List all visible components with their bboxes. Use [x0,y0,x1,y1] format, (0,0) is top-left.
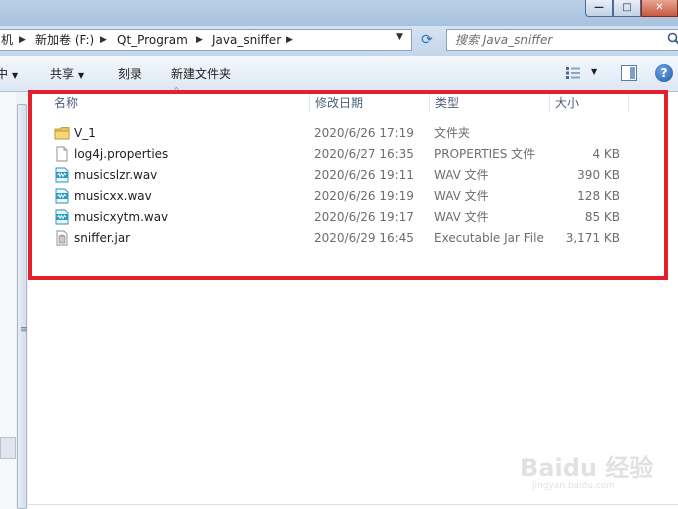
burn-button[interactable]: 刻录 [118,66,142,82]
title-bar: — □ ✕ [0,0,678,26]
maximize-button[interactable]: □ [613,0,641,17]
highlight-rectangle [28,90,668,280]
minimize-icon: — [594,2,604,13]
breadcrumb-qt-program[interactable]: Qt_Program [117,30,188,50]
share-button[interactable]: 共享 ▼ [50,66,84,82]
search-icon[interactable] [667,32,678,46]
breadcrumb-separator-icon[interactable]: ▶ [196,30,203,50]
navigation-item[interactable] [0,437,16,459]
preview-pane-icon[interactable] [621,65,637,81]
address-bar[interactable]: 机 ▶ 新加卷 (F:) ▶ Qt_Program ▶ Java_sniffer… [0,29,412,51]
help-icon[interactable]: ? [655,64,673,82]
search-input[interactable] [447,30,655,50]
breadcrumb-java-sniffer[interactable]: Java_sniffer [212,30,281,50]
breadcrumb-separator-icon[interactable]: ▶ [19,30,26,50]
breadcrumb-drive[interactable]: 新加卷 (F:) [35,30,94,50]
view-options-icon[interactable] [566,67,580,79]
chevron-down-icon: ▼ [12,71,19,80]
watermark-text: Baidu 经验 [520,454,654,482]
close-icon: ✕ [655,2,664,13]
include-in-library-label: 中 [0,67,9,81]
include-in-library-button[interactable]: 中 ▼ [0,66,18,82]
new-folder-button[interactable]: 新建文件夹 [171,66,231,82]
pane-divider [28,504,678,505]
close-button[interactable]: ✕ [641,0,678,17]
maximize-icon: □ [622,2,632,13]
refresh-icon[interactable]: ⟳ [417,30,437,50]
minimize-button[interactable]: — [585,0,613,17]
baidu-watermark: Baidu 经验 jingyan.baidu.com [520,448,670,498]
search-box[interactable] [446,29,678,51]
breadcrumb-separator-icon[interactable]: ▶ [286,30,293,50]
breadcrumb-computer[interactable]: 机 [1,30,13,50]
view-options-chevron-down-icon[interactable]: ▼ [591,67,597,76]
command-bar: 中 ▼ 共享 ▼ 刻录 新建文件夹 ▼ ? [0,56,678,92]
address-history-chevron-down-icon[interactable]: ▼ [396,32,403,42]
watermark-subtext: jingyan.baidu.com [532,481,616,491]
scrollbar-grip-icon: ≡ [20,325,28,335]
chevron-down-icon: ▼ [78,71,85,80]
navigation-scrollbar-thumb[interactable] [17,104,27,509]
breadcrumb-separator-icon[interactable]: ▶ [100,30,107,50]
address-row: 机 ▶ 新加卷 (F:) ▶ Qt_Program ▶ Java_sniffer… [0,26,678,56]
share-label: 共享 [50,67,75,81]
